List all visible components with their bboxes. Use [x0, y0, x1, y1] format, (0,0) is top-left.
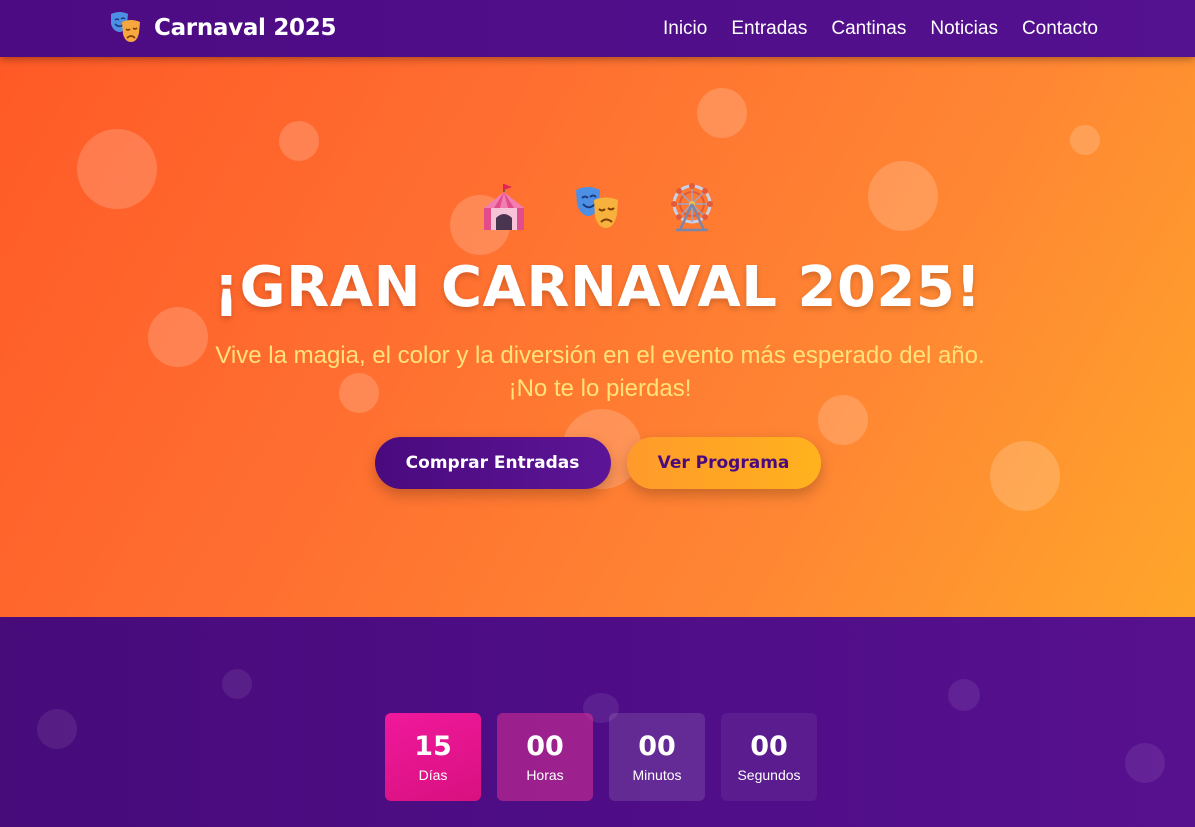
hero-title: ¡GRAN CARNAVAL 2025! [213, 255, 982, 320]
view-program-button[interactable]: Ver Programa [626, 437, 821, 489]
nav-link-inicio[interactable]: Inicio [663, 18, 707, 40]
countdown-label: Días [418, 767, 448, 783]
theater-masks-icon [111, 12, 140, 42]
countdown-value: 00 [526, 731, 564, 762]
nav-link-entradas[interactable]: Entradas [731, 18, 807, 40]
circus-tent-icon [483, 184, 524, 230]
decorative-bubble [948, 679, 980, 711]
countdown-section: 15 Días 00 Horas 00 Minutos 00 Segundos [0, 617, 1195, 827]
hero-subtitle: Vive la magia, el color y la diversión e… [215, 342, 985, 402]
nav-link-contacto[interactable]: Contacto [1022, 18, 1098, 40]
countdown-label: Horas [526, 767, 564, 783]
ferris-wheel-icon [670, 183, 713, 232]
countdown-days: 15 Días [385, 713, 481, 801]
decorative-bubble [37, 709, 77, 749]
nav-link-noticias[interactable]: Noticias [930, 18, 998, 40]
decorative-bubble [1125, 743, 1165, 783]
countdown-hours: 00 Horas [497, 713, 593, 801]
hero-emoji-row [0, 182, 1195, 234]
nav-link-cantinas[interactable]: Cantinas [831, 18, 906, 40]
countdown-value: 15 [414, 731, 452, 762]
buy-tickets-button[interactable]: Comprar Entradas [374, 437, 611, 489]
theater-masks-icon [575, 187, 618, 228]
hero-actions: Comprar Entradas Ver Programa [0, 437, 1195, 489]
countdown-timer: 15 Días 00 Horas 00 Minutos 00 Segundos [385, 713, 817, 801]
countdown-value: 00 [750, 731, 788, 762]
decorative-bubble [279, 121, 319, 161]
brand-logo[interactable]: Carnaval 2025 [108, 9, 336, 47]
countdown-label: Segundos [737, 767, 801, 783]
decorative-bubble [1070, 125, 1100, 155]
countdown-label: Minutos [632, 767, 682, 783]
decorative-bubble [222, 669, 252, 699]
navbar: Carnaval 2025 Inicio Entradas Cantinas N… [0, 0, 1195, 57]
main-nav: Inicio Entradas Cantinas Noticias Contac… [639, 0, 1098, 57]
countdown-value: 00 [638, 731, 676, 762]
decorative-bubble [697, 88, 747, 138]
countdown-seconds: 00 Segundos [721, 713, 817, 801]
brand-name: Carnaval 2025 [154, 15, 337, 41]
hero-section: ¡GRAN CARNAVAL 2025! Vive la magia, el c… [0, 57, 1195, 617]
countdown-minutes: 00 Minutos [609, 713, 705, 801]
